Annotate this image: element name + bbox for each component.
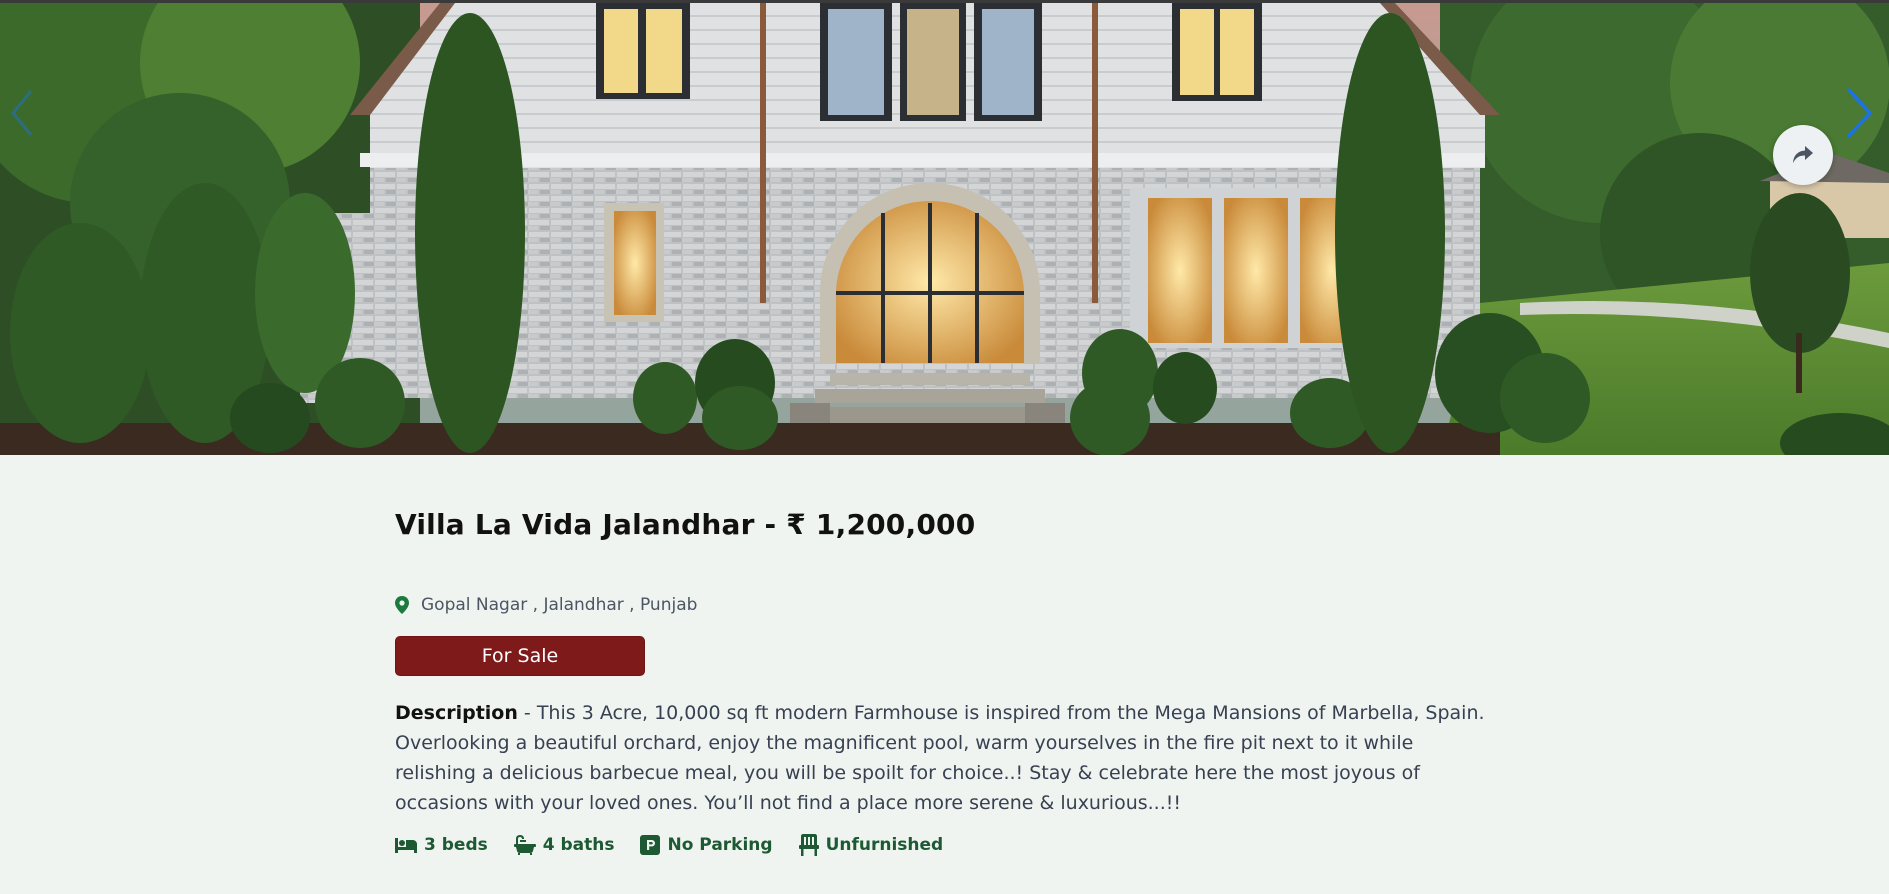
chevron-right-icon [1846,87,1873,139]
share-button[interactable] [1773,125,1833,185]
location-text: Gopal Nagar , Jalandhar , Punjab [421,595,698,615]
property-features: 3 beds 4 baths No Parking Unfurnished [395,834,1495,856]
parking-label: No Parking [667,835,773,855]
carousel-next-button[interactable] [1839,81,1879,145]
carousel-prev-button[interactable] [2,81,42,145]
feature-furnishing: Unfurnished [798,834,944,856]
feature-beds: 3 beds [395,835,488,855]
property-title: Villa La Vida Jalandhar - ₹ 1,200,000 [395,508,976,541]
property-location: Gopal Nagar , Jalandhar , Punjab [395,593,1495,617]
bath-icon [513,835,536,855]
chevron-left-icon [11,90,33,136]
bed-icon [395,838,417,853]
chair-icon [798,834,819,856]
property-description: Description - This 3 Acre, 10,000 sq ft … [395,698,1485,818]
baths-label: 4 baths [542,835,615,855]
map-pin-icon [395,596,409,614]
parking-icon [640,835,661,855]
feature-baths: 4 baths [513,835,615,855]
description-label: Description [395,702,518,724]
share-icon [1793,146,1813,163]
property-details: Villa La Vida Jalandhar - ₹ 1,200,000 Go… [395,505,1495,856]
feature-parking: No Parking [640,835,773,855]
villa-photo [0,3,1889,455]
beds-label: 3 beds [424,835,488,855]
description-text: - This 3 Acre, 10,000 sq ft modern Farmh… [395,702,1485,814]
property-image-carousel[interactable] [0,0,1889,455]
furnishing-label: Unfurnished [825,835,944,855]
status-badge: For Sale [395,636,645,676]
